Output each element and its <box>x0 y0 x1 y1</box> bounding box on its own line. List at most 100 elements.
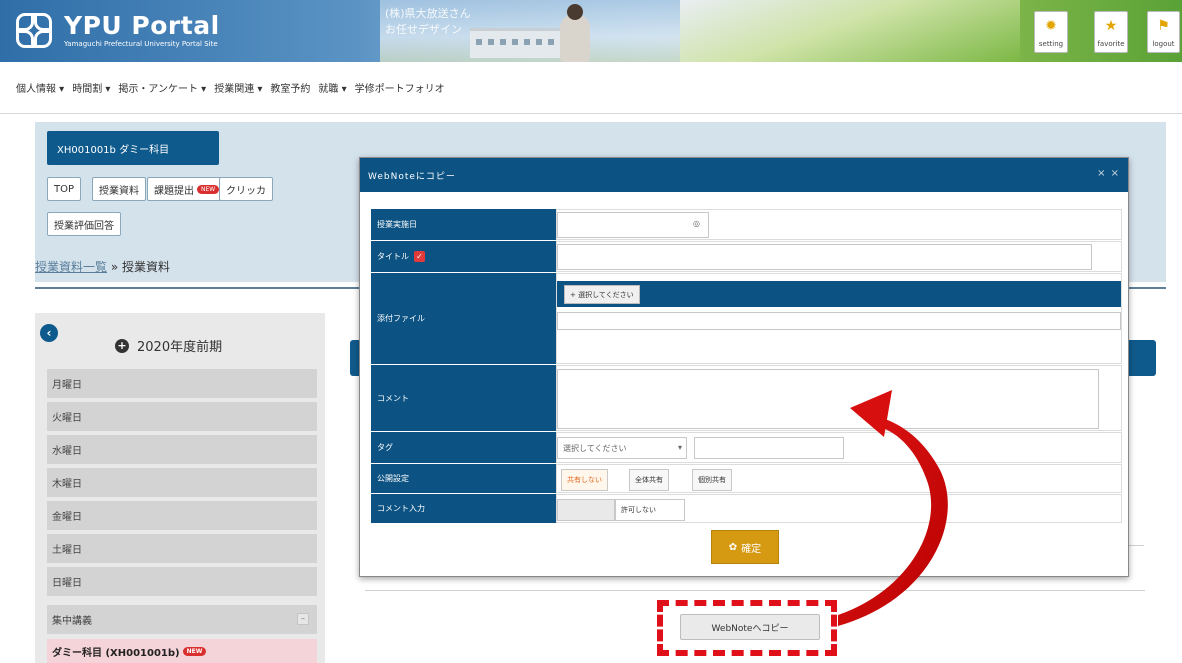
nav-room-reservation[interactable]: 教室予約 <box>270 80 310 95</box>
nav-personal-info[interactable]: 個人情報 ▾ <box>16 80 64 95</box>
tab-clicker-label: クリッカ <box>226 185 266 197</box>
tag-select-value: 選択してください <box>563 443 627 453</box>
tab-top[interactable]: TOP <box>47 177 82 201</box>
sidebar-item-label: 木曜日 <box>52 479 82 490</box>
nav-employment[interactable]: 就職 ▾ <box>318 80 346 95</box>
logout-button[interactable]: ⚑ logout <box>1147 11 1180 53</box>
tab-clicker[interactable]: クリッカ <box>219 177 273 201</box>
sidebar-item-label: 水曜日 <box>52 446 82 457</box>
value-tag: 選択してください ▾ <box>556 432 1122 463</box>
new-badge: NEW <box>197 184 220 194</box>
header-overlay-line-1: (株)県大放送さん <box>385 7 471 20</box>
label-tag: タグ <box>371 432 556 463</box>
sidebar-item-monday[interactable]: 月曜日 <box>47 369 317 398</box>
sidebar-item-label: 集中講義 <box>52 616 92 627</box>
sidebar-item-label: ダミー科目 (XH001001b) <box>52 647 180 659</box>
portal-logo[interactable]: YPU Portal Yamaguchi Prefectural Univers… <box>14 8 220 54</box>
value-title <box>556 241 1122 272</box>
sidebar-item-sunday[interactable]: 日曜日 <box>47 567 317 596</box>
required-check-icon: ✓ <box>414 251 425 262</box>
header-photo-field <box>680 0 1020 62</box>
label-comment: コメント <box>371 365 556 431</box>
tab-materials-label: 授業資料 <box>99 185 139 197</box>
sidebar-item-intensive[interactable]: 集中講義 – <box>47 605 317 634</box>
confirm-button[interactable]: ✿ 確定 <box>711 530 779 564</box>
label-comment-input: コメント入力 <box>371 494 556 523</box>
header-person-graphic <box>560 4 590 62</box>
label-attachment: 添付ファイル <box>371 273 556 364</box>
value-visibility: 共有しない 全体共有 個別共有 <box>556 464 1122 493</box>
comment-textarea[interactable] <box>557 369 1099 429</box>
calendar-icon[interactable]: ◎ <box>693 219 700 228</box>
chevron-down-icon: ▾ <box>677 443 682 452</box>
collapse-icon[interactable]: – <box>297 613 309 625</box>
site-header: YPU Portal Yamaguchi Prefectural Univers… <box>0 0 1182 62</box>
sidebar-item-label: 火曜日 <box>52 413 82 424</box>
visibility-option-individual[interactable]: 個別共有 <box>692 469 732 491</box>
tab-class-evaluation[interactable]: 授業評価回答 <box>47 212 121 236</box>
sidebar-item-saturday[interactable]: 土曜日 <box>47 534 317 563</box>
breadcrumb-current: 授業資料 <box>122 260 171 274</box>
global-nav: 個人情報 ▾ 時間割 ▾ 掲示・アンケート ▾ 授業関連 ▾ 教室予約 就職 ▾… <box>0 62 1182 114</box>
dialog-title: WebNoteにコピー <box>368 171 456 182</box>
sidebar-item-label: 金曜日 <box>52 512 82 523</box>
visibility-option-private[interactable]: 共有しない <box>561 469 608 491</box>
setting-label: setting <box>1038 40 1064 48</box>
sidebar-item-wednesday[interactable]: 水曜日 <box>47 435 317 464</box>
sidebar: ‹ + 2020年度前期 月曜日 火曜日 水曜日 木曜日 金曜日 土曜日 日曜日… <box>35 313 325 663</box>
portal-subtitle: Yamaguchi Prefectural University Portal … <box>64 40 218 48</box>
confirm-icon: ✿ <box>728 541 738 553</box>
tag-input[interactable] <box>694 437 844 459</box>
row-attachment: 添付ファイル + 選択してください <box>371 273 1122 365</box>
term-selector[interactable]: + 2020年度前期 <box>115 336 222 355</box>
course-title: XH001001b ダミー科目 <box>47 131 219 165</box>
row-title: タイトル ✓ <box>371 241 1122 273</box>
nav-portfolio[interactable]: 学修ポートフォリオ <box>355 80 445 95</box>
tab-class-materials[interactable]: 授業資料 <box>92 177 146 201</box>
title-input[interactable] <box>557 244 1092 270</box>
tab-assignment[interactable]: 課題提出 NEW <box>147 177 227 201</box>
nav-timetable[interactable]: 時間割 ▾ <box>72 80 110 95</box>
page: YPU Portal Yamaguchi Prefectural Univers… <box>0 0 1182 663</box>
content-divider <box>365 590 1145 591</box>
breadcrumb-link-materials-list[interactable]: 授業資料一覧 <box>35 260 107 274</box>
tag-select[interactable]: 選択してください ▾ <box>557 437 687 459</box>
favorite-label: favorite <box>1097 40 1125 48</box>
tab-assignment-label: 課題提出 <box>154 185 194 197</box>
comment-toggle-off-side[interactable] <box>557 499 615 521</box>
sidebar-item-tuesday[interactable]: 火曜日 <box>47 402 317 431</box>
back-arrow-icon[interactable]: ‹ <box>40 324 58 342</box>
tab-top-label: TOP <box>54 183 75 195</box>
label-title: タイトル ✓ <box>371 241 556 272</box>
row-visibility: 公開設定 共有しない 全体共有 個別共有 <box>371 464 1122 494</box>
new-badge: NEW <box>182 646 207 656</box>
tab-evaluation-label: 授業評価回答 <box>54 220 114 232</box>
row-class-date: 授業実施日 ◎ <box>371 209 1122 241</box>
sidebar-item-thursday[interactable]: 木曜日 <box>47 468 317 497</box>
breadcrumb: 授業資料一覧 » 授業資料 <box>35 258 170 275</box>
label-visibility: 公開設定 <box>371 464 556 493</box>
runner-icon: ⚑ <box>1157 18 1170 34</box>
term-label: 2020年度前期 <box>137 340 223 355</box>
file-select-button[interactable]: + 選択してください <box>564 285 640 304</box>
setting-button[interactable]: ✹ setting <box>1034 11 1068 53</box>
file-list-area <box>557 312 1121 330</box>
sidebar-item-dummy-course[interactable]: ダミー科目 (XH001001b) NEW <box>47 639 317 663</box>
value-comment <box>556 365 1122 431</box>
content-divider-short <box>1128 545 1144 546</box>
webnote-copy-dialog: WebNoteにコピー × × 授業実施日 ◎ タイトル ✓ 添付ファイル + … <box>359 157 1129 577</box>
visibility-option-all[interactable]: 全体共有 <box>629 469 669 491</box>
date-input[interactable]: ◎ <box>557 212 709 238</box>
nav-class-related[interactable]: 授業関連 ▾ <box>214 80 262 95</box>
sidebar-item-label: 月曜日 <box>52 380 82 391</box>
close-icon[interactable]: × × <box>1097 168 1120 179</box>
favorite-button[interactable]: ★ favorite <box>1094 11 1128 53</box>
sidebar-item-friday[interactable]: 金曜日 <box>47 501 317 530</box>
nav-bulletin-survey[interactable]: 掲示・アンケート ▾ <box>118 80 206 95</box>
dialog-title-bar[interactable]: WebNoteにコピー × × <box>360 158 1128 192</box>
value-class-date: ◎ <box>556 209 1122 240</box>
sidebar-item-label: 日曜日 <box>52 578 82 589</box>
comment-toggle-label[interactable]: 許可しない <box>615 499 685 521</box>
ypu-logo-icon <box>14 11 56 51</box>
value-comment-input: 許可しない <box>556 494 1122 523</box>
